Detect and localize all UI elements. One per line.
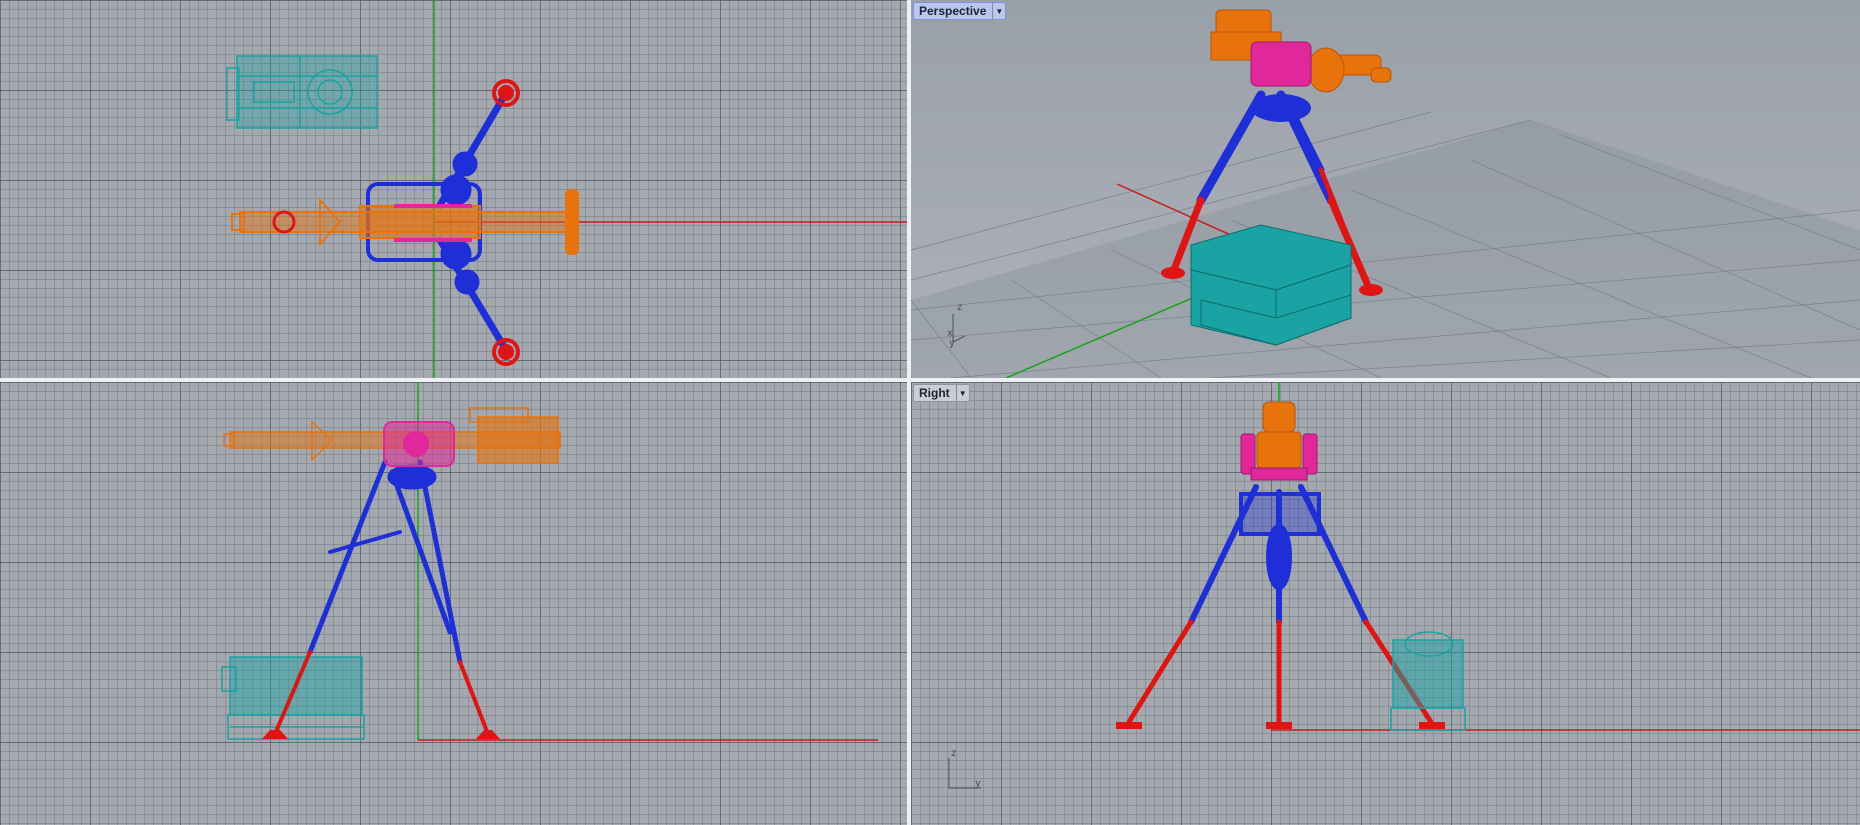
tripod	[307, 459, 463, 665]
tripod-feet	[262, 730, 500, 739]
viewport-right[interactable]: Right ▼ z y	[911, 382, 1860, 825]
tripod-legs-lower	[1126, 619, 1434, 725]
chevron-down-icon[interactable]: ▼	[955, 385, 969, 401]
tripod-feet	[1116, 722, 1445, 729]
ammo-crate	[1190, 224, 1352, 346]
viewport-splitter-vertical[interactable]	[907, 0, 911, 825]
ammo-crate	[221, 656, 365, 740]
viewport-perspective[interactable]: Perspective ▼ z x y	[911, 0, 1860, 378]
top-view-scene	[226, 0, 907, 378]
viewport-splitter-horizontal[interactable]	[0, 378, 1860, 382]
perspective-scene	[911, 0, 1860, 378]
gun-mount	[1250, 41, 1312, 87]
gun-mount	[383, 421, 455, 467]
y-axis-label: y	[975, 778, 981, 789]
viewport-title-right[interactable]: Right ▼	[913, 384, 970, 402]
viewport-front[interactable]	[0, 382, 907, 825]
ammo-crate	[226, 55, 378, 129]
viewport-label: Perspective	[919, 4, 987, 18]
viewport-top[interactable]	[0, 0, 907, 378]
viewport-label: Right	[919, 386, 950, 400]
tripod	[1188, 484, 1369, 625]
front-view-scene	[221, 382, 878, 741]
gun-barrel	[1256, 401, 1302, 469]
viewport-title-perspective[interactable]: Perspective ▼	[913, 2, 1007, 20]
chevron-down-icon[interactable]: ▼	[992, 3, 1005, 19]
gun-barrel	[231, 189, 579, 255]
right-view-scene	[1116, 382, 1860, 731]
z-axis-label: z	[951, 748, 957, 759]
